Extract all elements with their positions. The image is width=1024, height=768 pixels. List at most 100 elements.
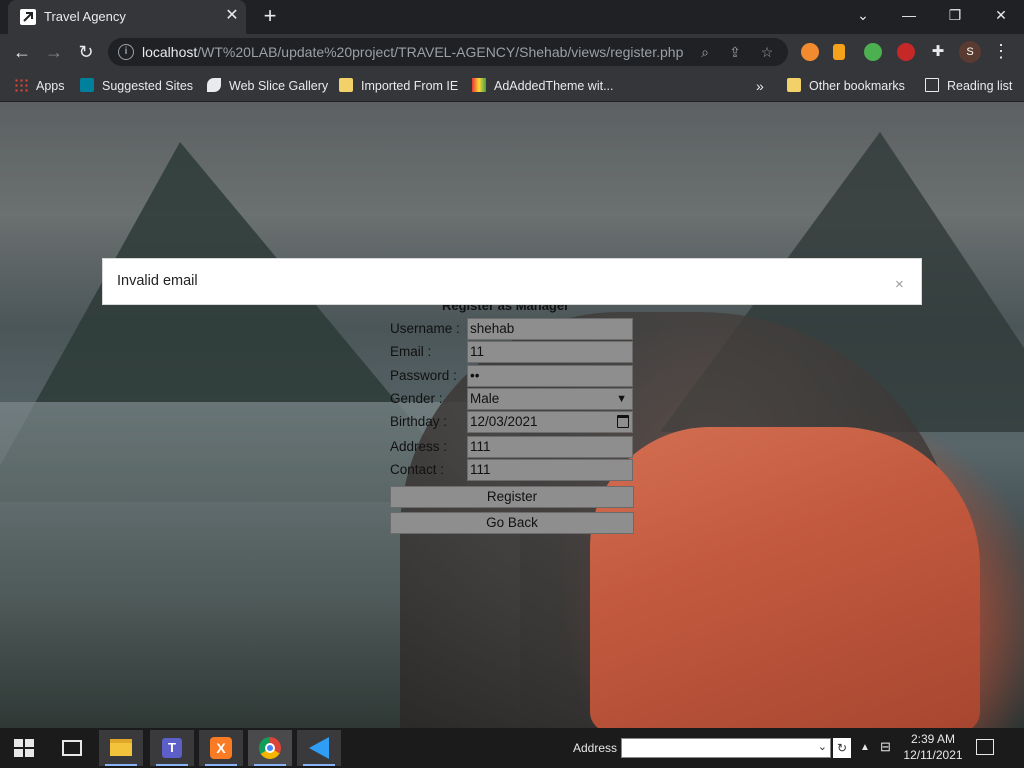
url-path: /WT%20LAB/update%20project/TRAVEL-AGENCY… — [197, 44, 684, 60]
bookmark-label: AdAddedTheme wit... — [494, 79, 614, 93]
bookmark-apps[interactable]: Apps — [14, 76, 65, 96]
register-button[interactable]: Register — [390, 486, 634, 508]
chevron-down-icon[interactable]: ⌄ — [818, 740, 827, 753]
bookmark-label: Web Slice Gallery — [229, 79, 329, 93]
username-input[interactable]: shehab — [467, 318, 633, 340]
bookmark-star-icon[interactable]: ☆ — [758, 43, 776, 61]
windows-start-icon[interactable] — [14, 739, 34, 757]
extension-orange-icon[interactable] — [801, 43, 819, 61]
bookmark-label: Reading list — [947, 79, 1013, 93]
address-label: Address : — [390, 439, 448, 454]
share-icon[interactable]: ⇪ — [726, 43, 744, 61]
password-label: Password : — [390, 368, 457, 383]
teams-icon[interactable]: T — [150, 730, 194, 766]
reading-list-button[interactable]: Reading list — [925, 76, 1012, 96]
taskbar-address-label: Address — [573, 741, 618, 755]
url-host: localhost — [142, 44, 198, 60]
username-label: Username : — [390, 321, 460, 336]
bookmarks-overflow-button[interactable]: » — [756, 76, 764, 96]
email-input[interactable]: 11 — [467, 341, 633, 363]
bookmark-adaddedtheme[interactable]: AdAddedTheme wit... — [472, 76, 614, 96]
gender-select[interactable]: Male ▼ — [467, 388, 633, 410]
go-back-button[interactable]: Go Back — [390, 512, 634, 534]
folder-icon — [339, 78, 353, 92]
zoom-icon[interactable]: ⌕ — [696, 43, 714, 61]
browser-tab[interactable]: Travel Agency ✕ — [8, 0, 246, 34]
reload-icon[interactable]: ↻ — [74, 40, 98, 64]
bookmark-other[interactable]: Other bookmarks — [787, 76, 905, 96]
bookmark-suggested-sites[interactable]: Suggested Sites — [80, 76, 193, 96]
clock-time: 2:39 AM — [910, 732, 956, 746]
birthday-row: Birthday : 12/03/2021 — [390, 411, 634, 433]
back-arrow-icon[interactable]: ← — [10, 40, 34, 64]
bookmark-label: Apps — [36, 79, 65, 93]
birthday-value: 12/03/2021 — [470, 414, 538, 429]
more-menu-icon[interactable]: ⋮ — [992, 40, 1010, 64]
alert-close-icon[interactable]: × — [895, 277, 904, 293]
profile-avatar[interactable]: S — [959, 41, 981, 63]
calendar-icon[interactable] — [617, 415, 629, 428]
file-explorer-icon[interactable] — [99, 730, 143, 766]
tab-title: Travel Agency — [44, 9, 126, 24]
extension-rab-icon[interactable] — [897, 43, 915, 61]
alert-message: Invalid email — [117, 273, 198, 289]
username-row: Username : shehab — [390, 318, 634, 340]
network-icon[interactable]: ⊟ — [880, 739, 891, 755]
gender-label: Gender : — [390, 391, 443, 406]
extension-globe-icon[interactable] — [864, 43, 882, 61]
forward-arrow-icon[interactable]: → — [42, 40, 66, 64]
browser-toolbar: ← → ↻ i localhost/WT%20LAB/update%20proj… — [0, 34, 1024, 70]
bookmarks-bar: Apps Suggested Sites Web Slice Gallery I… — [0, 70, 1024, 102]
contact-label: Contact : — [390, 462, 445, 477]
xampp-icon[interactable]: X — [199, 730, 243, 766]
gender-row: Gender : Male ▼ — [390, 388, 634, 410]
chevron-down-icon: ▼ — [616, 393, 627, 405]
birthday-label: Birthday : — [390, 414, 448, 429]
apps-grid-icon — [14, 78, 28, 92]
bookmark-label: Imported From IE — [361, 79, 459, 93]
minimize-button[interactable]: — — [886, 0, 932, 30]
site-info-icon[interactable]: i — [118, 44, 134, 60]
url-text[interactable]: localhost/WT%20LAB/update%20project/TRAV… — [142, 44, 683, 60]
new-tab-button[interactable]: + — [258, 4, 282, 28]
address-row: Address : 111 — [390, 436, 634, 458]
web-slice-icon — [207, 78, 221, 92]
theme-icon — [472, 78, 486, 92]
gender-value: Male — [470, 391, 500, 406]
taskbar-clock[interactable]: 2:39 AM 12/11/2021 — [898, 731, 968, 763]
refresh-icon[interactable]: ↻ — [833, 738, 851, 758]
password-row: Password : •• — [390, 365, 634, 387]
vscode-icon[interactable] — [297, 730, 341, 766]
bookmark-label: Other bookmarks — [809, 79, 905, 93]
taskbar-address-input[interactable]: ⌄ — [621, 738, 831, 758]
folder-icon — [787, 78, 801, 92]
site-favicon-icon — [20, 9, 36, 25]
page-viewport: Register as Manager Username : shehab Em… — [0, 102, 1024, 728]
bookmark-imported-ie[interactable]: Imported From IE — [339, 76, 458, 96]
chrome-icon[interactable] — [248, 730, 292, 766]
address-input[interactable]: 111 — [467, 436, 633, 458]
clock-date: 12/11/2021 — [903, 748, 963, 762]
birthday-input[interactable]: 12/03/2021 — [467, 411, 633, 433]
tray-overflow-icon[interactable]: ▲ — [860, 742, 870, 753]
address-bar[interactable]: i localhost/WT%20LAB/update%20project/TR… — [108, 38, 788, 66]
email-row: Email : 11 — [390, 341, 634, 363]
background-backpack — [590, 427, 980, 728]
browser-titlebar: Travel Agency ✕ + ⌄ — ❐ ✕ — [0, 0, 1024, 34]
reading-list-icon — [925, 78, 939, 92]
contact-input[interactable]: 111 — [467, 459, 633, 481]
windows-taskbar: T X Address ⌄ ↻ ▲ ⊟ 2:39 AM 12/11/2021 — [0, 728, 1024, 768]
bing-icon — [80, 78, 94, 92]
contact-row: Contact : 111 — [390, 459, 634, 481]
bookmark-web-slice[interactable]: Web Slice Gallery — [207, 76, 328, 96]
tab-close-icon[interactable]: ✕ — [222, 6, 242, 26]
error-alert: Invalid email × — [102, 258, 922, 305]
extensions-puzzle-icon[interactable]: ✚ — [929, 43, 947, 61]
tab-search-icon[interactable]: ⌄ — [840, 0, 886, 30]
task-view-icon[interactable] — [62, 740, 82, 756]
restore-button[interactable]: ❐ — [932, 0, 978, 30]
notifications-icon[interactable] — [976, 739, 994, 755]
extension-key-icon[interactable] — [833, 44, 845, 60]
password-input[interactable]: •• — [467, 365, 633, 387]
close-window-button[interactable]: ✕ — [978, 0, 1024, 30]
